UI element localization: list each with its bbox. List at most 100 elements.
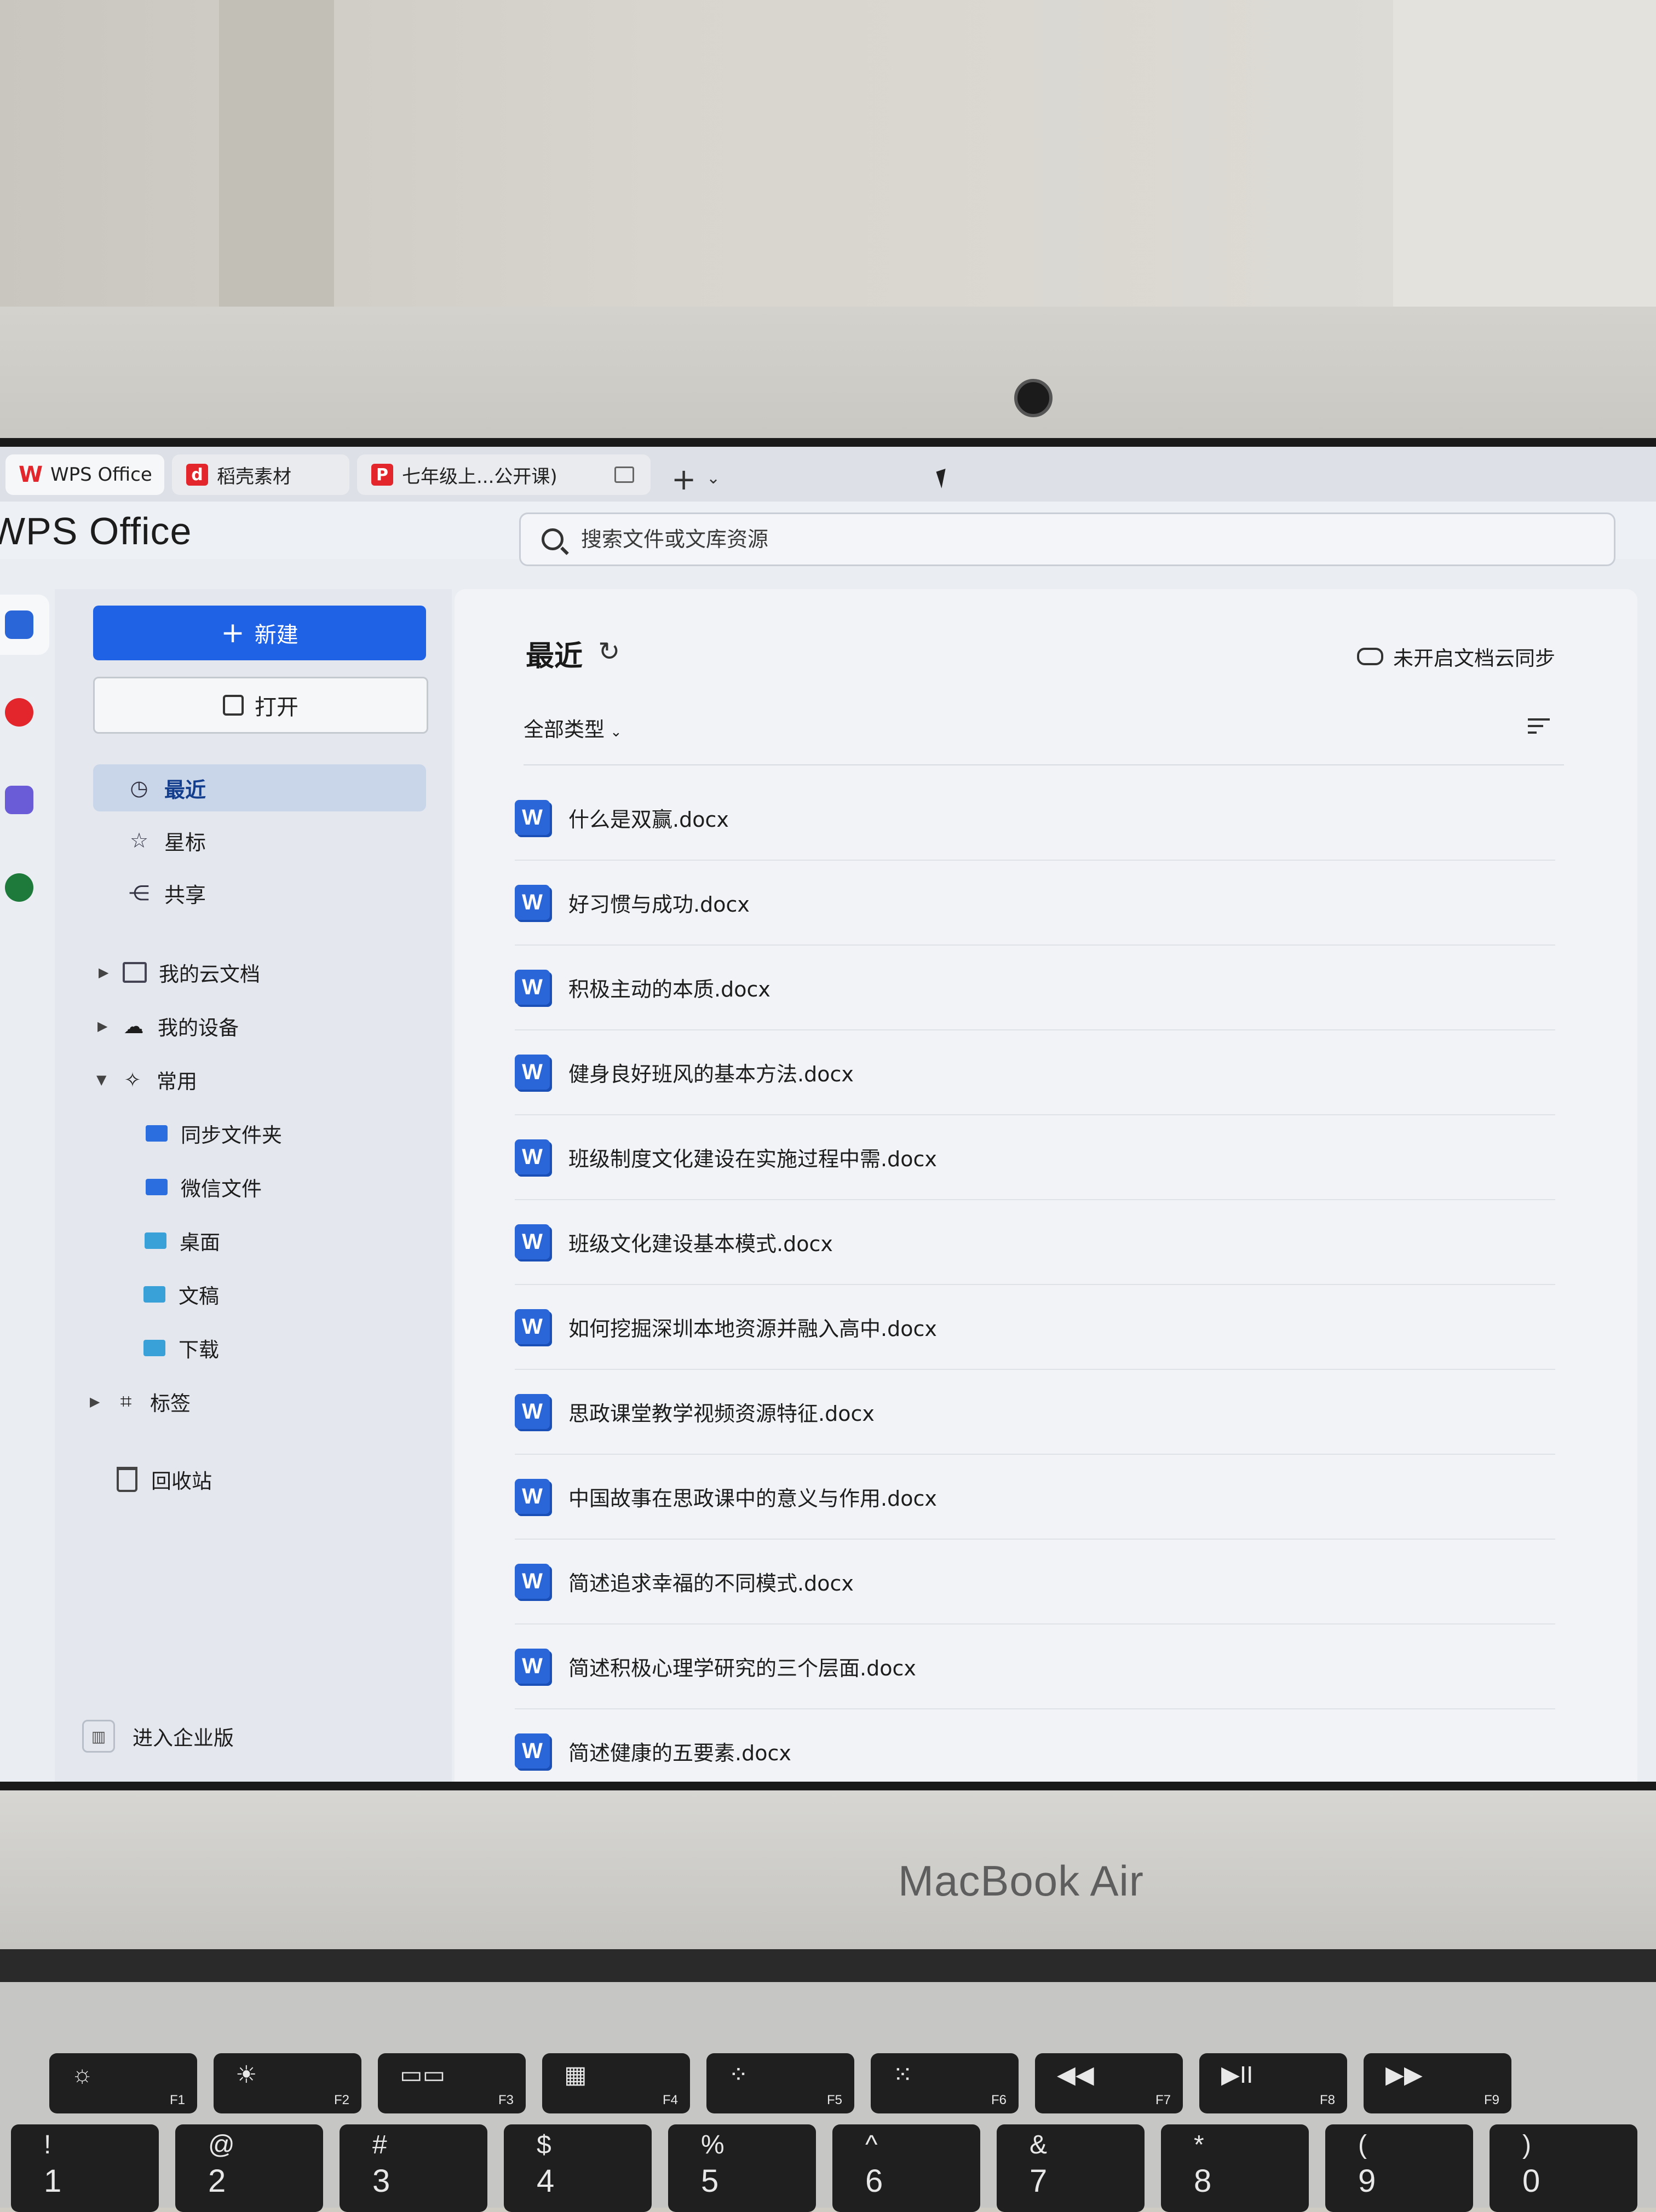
enterprise-entry[interactable]: ▥ 进入企业版 <box>82 1712 234 1761</box>
tab-presentation[interactable]: P 七年级上...公开课) <box>357 454 651 495</box>
new-button[interactable]: + 新建 <box>93 606 426 660</box>
wechat-folder-icon <box>145 1177 169 1197</box>
caret-right-icon[interactable]: ▶ <box>90 1394 106 1409</box>
tree-desktop[interactable]: 桌面 <box>136 1219 220 1263</box>
file-row[interactable]: W 什么是双赢.docx <box>515 775 1555 861</box>
number-key: ! 1 <box>11 2124 159 2212</box>
rail-docer[interactable] <box>0 682 49 742</box>
tree-common[interactable]: ▼ ✧ 常用 <box>96 1058 197 1102</box>
function-key: ▭▭ F3 <box>378 2053 526 2113</box>
nav-recent[interactable]: ◷ 最近 <box>93 764 426 811</box>
file-row[interactable]: W 积极主动的本质.docx <box>515 945 1555 1030</box>
function-key: ▶▶ F9 <box>1364 2053 1511 2113</box>
tree-downloads[interactable]: 下载 <box>135 1326 219 1370</box>
file-row[interactable]: W 好习惯与成功.docx <box>515 860 1555 946</box>
building-icon: ▥ <box>82 1720 115 1753</box>
tree-documents[interactable]: 文稿 <box>135 1272 219 1316</box>
refresh-icon[interactable]: ↻ <box>598 636 620 667</box>
upload-icon <box>5 873 33 902</box>
function-key: ☀ F2 <box>214 2053 361 2113</box>
tree-cloud-docs[interactable]: ▶ 我的云文档 <box>99 951 260 994</box>
tab-wps-office[interactable]: W WPS Office <box>5 454 164 495</box>
function-key: ☼ F1 <box>49 2053 197 2113</box>
key-symbol: ▶II <box>1221 2061 1254 2088</box>
rail-apps[interactable] <box>0 770 49 830</box>
tree-label: 微信文件 <box>181 1177 262 1201</box>
tree-tags[interactable]: ▶ ⌗ 标签 <box>90 1380 191 1424</box>
word-doc-icon: W <box>515 1649 550 1684</box>
file-name: 简述积极心理学研究的三个层面.docx <box>568 1656 916 1680</box>
type-filter[interactable]: 全部类型 ⌄ <box>524 713 622 742</box>
main-panel: 最近 ↻ 未开启文档云同步 全部类型 ⌄ W 什么是双赢.docx W 好习惯与成功.d… <box>455 589 1637 1782</box>
star-icon: ☆ <box>129 828 149 852</box>
file-row[interactable]: W 如何挖掘深圳本地资源并融入高中.docx <box>515 1284 1555 1370</box>
chevron-down-icon[interactable]: ⌄ <box>706 469 720 488</box>
documents-folder-icon <box>142 1284 166 1304</box>
open-icon <box>223 695 244 716</box>
key-shift-symbol: # <box>372 2130 387 2159</box>
number-key: % 5 <box>668 2124 816 2212</box>
tree-sync-folder[interactable]: 同步文件夹 <box>137 1111 282 1155</box>
left-rail <box>0 573 55 1777</box>
key-digit: 8 <box>1194 2163 1212 2199</box>
file-row[interactable]: W 简述健康的五要素.docx <box>515 1709 1555 1782</box>
key-digit: 0 <box>1522 2163 1540 2199</box>
pin-icon: ✧ <box>124 1068 141 1092</box>
file-row[interactable]: W 班级文化建设基本模式.docx <box>515 1200 1555 1285</box>
tab-bar: W WPS Office d 稻壳素材 P 七年级上...公开课) + ⌄ <box>0 447 1656 502</box>
file-row[interactable]: W 健身良好班风的基本方法.docx <box>515 1030 1555 1115</box>
app-title: WPS Office <box>0 510 192 552</box>
rail-docs[interactable] <box>0 595 49 655</box>
key-shift-symbol: ( <box>1358 2130 1367 2159</box>
new-button-label: 新建 <box>254 623 298 648</box>
cloud-sync-label: 未开启文档云同步 <box>1393 647 1555 670</box>
cloud-sync-status[interactable]: 未开启文档云同步 <box>1357 642 1555 671</box>
key-fn-label: F8 <box>1319 2093 1335 2107</box>
docer-logo-icon: d <box>186 464 208 486</box>
file-name: 好习惯与成功.docx <box>568 892 750 917</box>
clock-icon: ◷ <box>130 776 148 800</box>
nav-shared[interactable]: ⋲ 共享 <box>93 869 426 917</box>
key-shift-symbol: ! <box>44 2130 51 2159</box>
search-input[interactable] <box>580 527 1568 552</box>
search-box[interactable] <box>519 512 1615 566</box>
key-digit: 7 <box>1030 2163 1048 2199</box>
word-doc-icon: W <box>515 1139 550 1174</box>
key-fn-label: F9 <box>1484 2093 1499 2107</box>
file-row[interactable]: W 简述追求幸福的不同模式.docx <box>515 1539 1555 1625</box>
background-panel <box>1393 0 1656 307</box>
tree-wechat-files[interactable]: 微信文件 <box>137 1165 262 1209</box>
key-fn-label: F6 <box>991 2093 1007 2107</box>
key-shift-symbol: * <box>1194 2130 1204 2159</box>
file-row[interactable]: W 思政课堂教学视频资源特征.docx <box>515 1369 1555 1455</box>
file-row[interactable]: W 中国故事在思政课中的意义与作用.docx <box>515 1454 1555 1540</box>
nav-starred[interactable]: ☆ 星标 <box>93 817 426 864</box>
list-settings-icon[interactable] <box>1528 718 1550 738</box>
caret-down-icon[interactable]: ▼ <box>96 1072 113 1087</box>
tree-label: 我的设备 <box>158 1016 239 1040</box>
key-shift-symbol: % <box>701 2130 725 2159</box>
monitor-icon[interactable] <box>614 466 634 483</box>
caret-right-icon[interactable]: ▶ <box>99 965 115 980</box>
file-row[interactable]: W 简述积极心理学研究的三个层面.docx <box>515 1624 1555 1709</box>
tab-label: WPS Office <box>50 464 152 486</box>
tree-label: 桌面 <box>180 1231 220 1254</box>
trash-icon <box>115 1467 139 1492</box>
tree-my-devices[interactable]: ▶ ☁ 我的设备 <box>97 1004 239 1048</box>
key-symbol: ▶▶ <box>1385 2061 1423 2088</box>
device-brand: MacBook Air <box>898 1857 1144 1905</box>
key-digit: 6 <box>865 2163 883 2199</box>
new-tab-button[interactable]: + <box>671 462 696 497</box>
rail-upload[interactable] <box>0 857 49 918</box>
number-key: (9 <box>1325 2124 1473 2212</box>
function-key: ◀◀ F7 <box>1035 2053 1183 2113</box>
tree-label: 常用 <box>157 1070 197 1093</box>
recycle-bin[interactable]: 回收站 <box>107 1458 212 1501</box>
screen: W WPS Office d 稻壳素材 P 七年级上...公开课) + ⌄ WP… <box>0 447 1656 1782</box>
tab-docer[interactable]: d 稻壳素材 <box>172 454 349 495</box>
tag-icon: ⌗ <box>120 1390 132 1413</box>
file-row[interactable]: W 班级制度文化建设在实施过程中需.docx <box>515 1115 1555 1200</box>
caret-right-icon[interactable]: ▶ <box>97 1018 114 1034</box>
open-button[interactable]: 打开 <box>93 677 428 734</box>
file-name: 思政课堂教学视频资源特征.docx <box>568 1401 875 1426</box>
